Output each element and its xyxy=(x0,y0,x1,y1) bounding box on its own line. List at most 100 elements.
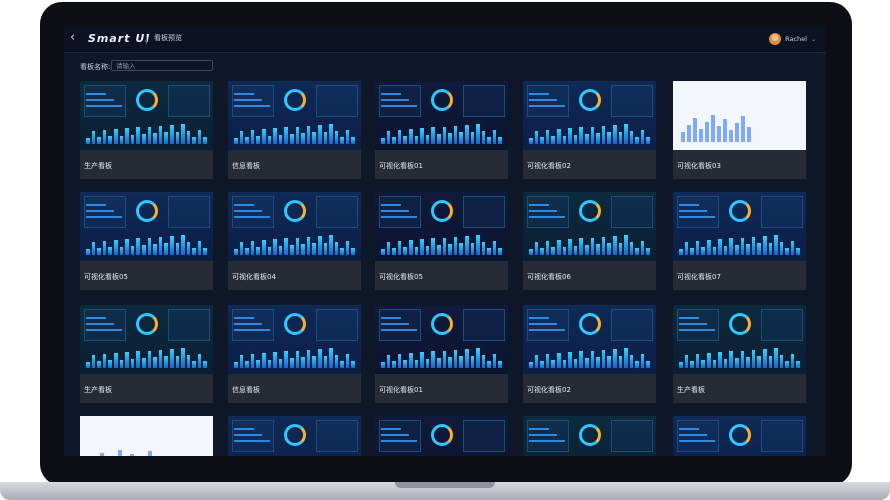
thumbnail-bar xyxy=(757,356,761,368)
thumbnail-bars xyxy=(381,348,503,368)
thumbnail-bar xyxy=(717,126,721,142)
dashboard-card[interactable]: 生产看板 xyxy=(80,81,213,179)
dashboard-card[interactable] xyxy=(80,416,213,456)
dashboard-card[interactable]: 信息看板 xyxy=(228,305,361,403)
thumbnail-bar xyxy=(607,132,611,144)
dashboard-card[interactable] xyxy=(673,416,806,456)
dashboard-card[interactable]: 信息看板 xyxy=(228,81,361,179)
thumbnail-bar xyxy=(102,129,107,144)
thumbnail-bar xyxy=(392,361,396,368)
thumbnail-bar xyxy=(431,238,435,255)
thumbnail-line xyxy=(234,99,262,101)
dashboard-card[interactable]: 可视化看板01 xyxy=(375,81,508,179)
thumbnail-bar xyxy=(596,357,600,368)
thumbnail-line xyxy=(679,317,699,319)
thumbnail-bar xyxy=(481,354,486,368)
dashboard-card[interactable]: 可视化看板01 xyxy=(375,305,508,403)
thumbnail-bar xyxy=(712,359,717,368)
dashboard-card-label: 可视化看板06 xyxy=(527,273,571,281)
thumbnail-bar xyxy=(684,354,689,368)
dashboard-card[interactable] xyxy=(228,416,361,456)
thumbnail-bar xyxy=(601,349,606,368)
dashboard-thumbnail xyxy=(523,416,656,456)
thumbnail-bar xyxy=(340,248,344,255)
thumbnail-bar xyxy=(329,235,333,255)
thumbnail-panel xyxy=(379,196,421,228)
thumbnail-bar xyxy=(562,135,567,144)
dashboard-card[interactable]: 可视化看板04 xyxy=(228,192,361,290)
dashboard-card[interactable]: 生产看板 xyxy=(673,305,806,403)
thumbnail-bar xyxy=(186,354,191,368)
thumbnail-gauge xyxy=(431,89,453,111)
thumbnail-bar xyxy=(590,350,595,368)
thumbnail-bar xyxy=(234,138,238,144)
thumbnail-bar xyxy=(448,357,452,368)
thumbnail-bar xyxy=(119,359,124,368)
thumbnail-bar xyxy=(108,247,112,255)
dashboard-thumbnail xyxy=(523,305,656,374)
thumbnail-bar xyxy=(601,125,606,144)
thumbnail-panel xyxy=(379,85,421,117)
thumbnail-bar xyxy=(448,133,452,144)
thumbnail-bar xyxy=(175,131,180,144)
thumbnail-bar xyxy=(453,236,458,255)
thumbnail-bar xyxy=(289,358,294,368)
thumbnail-panel xyxy=(84,85,126,117)
dashboard-card[interactable]: 可视化看板03 xyxy=(673,81,806,179)
thumbnail-bar xyxy=(323,242,328,255)
thumbnail-bar xyxy=(306,236,311,255)
thumbnail-line xyxy=(529,210,557,212)
thumbnail-panel xyxy=(316,309,358,341)
thumbnail-bar xyxy=(436,245,441,255)
dashboard-card[interactable] xyxy=(523,416,656,456)
thumbnail-bar xyxy=(386,241,391,255)
thumbnail-panel xyxy=(611,85,653,117)
thumbnail-line xyxy=(679,428,699,430)
thumbnail-gauge xyxy=(729,200,751,222)
thumbnail-bars xyxy=(529,124,651,144)
thumbnail-bar xyxy=(284,351,288,368)
thumbnail-bar xyxy=(741,116,745,142)
thumbnail-gauge xyxy=(136,89,158,111)
thumbnail-line xyxy=(679,210,707,212)
thumbnail-gauge xyxy=(579,200,601,222)
thumbnail-bar xyxy=(125,239,129,255)
dashboard-card[interactable]: 可视化看板05 xyxy=(375,192,508,290)
thumbnail-line xyxy=(234,216,270,218)
thumbnail-bar xyxy=(169,349,174,368)
thumbnail-bar xyxy=(250,129,255,144)
thumbnail-bar xyxy=(351,136,356,144)
dashboard-card[interactable]: 可视化看板02 xyxy=(523,305,656,403)
dashboard-thumbnail xyxy=(375,192,508,261)
thumbnail-line xyxy=(529,434,557,436)
thumbnail-bar xyxy=(624,348,628,368)
search-input[interactable]: 请输入 xyxy=(111,60,213,71)
thumbnail-bar xyxy=(629,130,634,144)
thumbnail-bar xyxy=(147,126,152,144)
thumbnail-bar xyxy=(312,132,316,144)
thumbnail-bar xyxy=(681,132,685,142)
user-menu[interactable]: Rachel ⌄ xyxy=(769,31,816,47)
dashboard-card[interactable]: 可视化看板02 xyxy=(523,81,656,179)
thumbnail-gauge xyxy=(579,424,601,446)
dashboard-thumbnail xyxy=(523,192,656,261)
thumbnail-bar xyxy=(408,353,413,368)
thumbnail-bar xyxy=(556,353,561,368)
dashboard-card-label: 可视化看板02 xyxy=(527,162,571,170)
thumbnail-panel xyxy=(379,309,421,341)
dashboard-card[interactable]: 可视化看板06 xyxy=(523,192,656,290)
dashboard-card[interactable] xyxy=(375,416,508,456)
dashboard-card[interactable]: 可视化看板05 xyxy=(80,192,213,290)
dashboard-thumbnail xyxy=(673,416,806,456)
thumbnail-bar xyxy=(345,130,350,144)
thumbnail-bar xyxy=(624,124,628,144)
dashboard-card-label: 可视化看板02 xyxy=(527,386,571,394)
thumbnail-bar xyxy=(459,356,463,368)
back-arrow-icon[interactable]: ‹ xyxy=(70,31,82,45)
dashboard-card[interactable]: 生产看板 xyxy=(80,305,213,403)
dashboard-card[interactable]: 可视化看板07 xyxy=(673,192,806,290)
thumbnail-gauge xyxy=(136,200,158,222)
thumbnail-bar xyxy=(197,241,202,255)
thumbnail-bars xyxy=(381,235,503,255)
thumbnail-bar xyxy=(245,361,249,368)
